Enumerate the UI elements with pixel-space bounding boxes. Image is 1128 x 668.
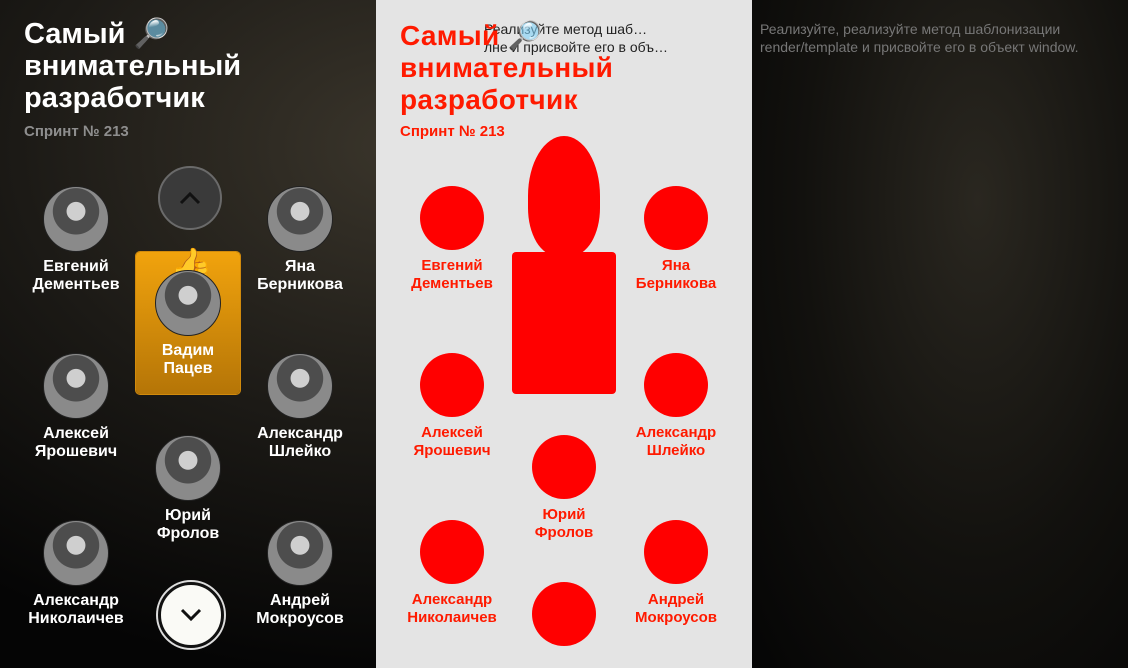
diff-avatar [644,186,708,250]
diff-nav-up-button [528,136,600,256]
person-first-name: Александр [257,425,343,442]
person-card[interactable]: Юрий Фролов [132,435,244,543]
person-last-name: Дементьев [32,276,120,293]
person-last-name: Берникова [257,276,343,293]
person-last-name: Шлейко [268,443,332,460]
avatar [267,520,333,586]
diff-person-name: Яна Берникова [635,257,717,292]
task-description: Реализуйте, реализуйте метод шаблонизаци… [760,21,1079,55]
person-leader[interactable]: Вадим Пацев [132,270,244,378]
diff-avatar [420,520,484,584]
diff-avatar [644,520,708,584]
person-last-name: Пацев [163,360,213,377]
diff-avatar [644,353,708,417]
right-background [752,0,1128,668]
avatar [267,353,333,419]
chevron-up-icon [179,191,201,205]
diff-person-name: Александр Шлейко [635,424,717,459]
diff-avatar [420,186,484,250]
person-card[interactable]: Яна Берникова [244,186,356,294]
avatar [155,435,221,501]
diff-nav-down-button [532,582,596,646]
person-last-name: Мокроусов [256,610,344,627]
avatar [267,186,333,252]
diff-panel: Реализуйте метод шаб… лне и присвойте ег… [376,0,752,668]
diff-person-name: Алексей Ярошевич [413,424,491,459]
leaders-panel: Самый 🔎 внимательный разработчик Спринт … [0,0,376,668]
person-first-name: Евгений [43,258,109,275]
avatar [155,270,221,336]
diff-person-name: Евгений Дементьев [411,257,493,292]
diff-title: Самый 🔎 внимательный разработчик [400,20,614,115]
diff-leader-card [512,252,616,394]
avatar [43,186,109,252]
person-first-name: Юрий [165,507,211,524]
avatar [43,353,109,419]
person-card[interactable]: Андрей Мокроусов [244,520,356,628]
page-title: Самый 🔎 внимательный разработчик [24,18,242,114]
person-card[interactable]: Александр Шлейко [244,353,356,461]
person-last-name: Николаичев [28,610,124,627]
chevron-down-icon [180,608,202,622]
scroll-up-button[interactable] [158,166,222,230]
person-last-name: Ярошевич [34,443,118,460]
sprint-label: Спринт № 213 [24,123,129,140]
avatar [43,520,109,586]
diff-avatar [532,435,596,499]
diff-person-name: Андрей Мокроусов [635,591,717,626]
person-first-name: Вадим [161,342,215,359]
person-card[interactable]: Александр Николаичев [20,520,132,628]
diff-avatar [420,353,484,417]
diff-sprint-label: Спринт № 213 [400,123,505,140]
person-first-name: Яна [284,258,316,275]
scroll-down-button[interactable] [158,582,224,648]
person-first-name: Александр [33,592,119,609]
person-card[interactable]: Евгений Дементьев [20,186,132,294]
person-card[interactable]: Алексей Ярошевич [20,353,132,461]
person-first-name: Алексей [43,425,109,442]
diff-person-name: Юрий Фролов [534,506,594,541]
person-last-name: Фролов [156,525,220,542]
person-first-name: Андрей [270,592,330,609]
diff-person-name: Александр Николаичев [407,591,497,626]
